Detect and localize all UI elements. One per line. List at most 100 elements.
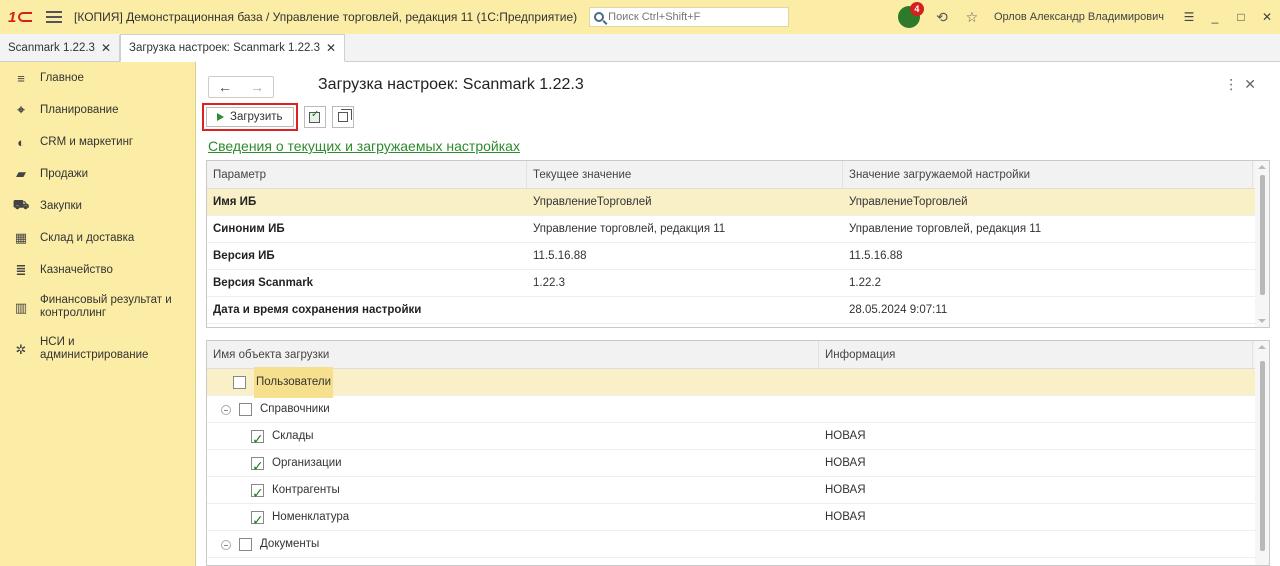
column-header[interactable]: Значение загружаемой настройки <box>843 161 1253 188</box>
object-label: Организации <box>272 457 342 469</box>
sidebar-item-label: Планирование <box>40 104 119 116</box>
load-button[interactable]: Загрузить <box>206 107 294 127</box>
object-cell: Организации <box>207 450 819 480</box>
object-label: Склады <box>272 430 314 442</box>
loaded-value-cell: 11.5.16.88 <box>849 250 903 262</box>
table-row[interactable]: Документы <box>207 531 1269 558</box>
collapse-icon[interactable] <box>221 404 231 415</box>
1c-logo-icon[interactable]: 1 <box>8 9 38 26</box>
search-input[interactable] <box>608 11 779 23</box>
info-cell: НОВАЯ <box>825 511 866 523</box>
column-header[interactable]: Информация <box>819 341 1253 368</box>
settings-info-link[interactable]: Сведения о текущих и загружаемых настрой… <box>208 138 520 154</box>
sidebar-item-label: Продажи <box>40 168 89 180</box>
table-row[interactable]: Справочники <box>207 396 1269 423</box>
scroll-up-icon[interactable] <box>1258 165 1266 169</box>
title-bar: 1 [КОПИЯ] Демонстрационная база / Управл… <box>0 0 1280 34</box>
sidebar-item-purchases[interactable]: ⛟ Закупки <box>0 190 195 222</box>
sidebar-item-admin[interactable]: ✲ НСИ и администрирование <box>0 328 195 370</box>
row-checkbox[interactable] <box>239 403 252 416</box>
tab-label: Scanmark 1.22.3 <box>8 42 95 54</box>
main-menu-icon[interactable] <box>46 11 62 23</box>
sections-sidebar: ≡ Главное ⌖ Планирование ◐ CRM и маркетинг … <box>0 62 196 566</box>
table-row[interactable]: Версия ИБ 11.5.16.88 11.5.16.88 <box>207 243 1269 270</box>
row-checkbox[interactable] <box>251 507 264 534</box>
table-row[interactable]: Дата и время сохранения настройки 28.05.… <box>207 297 1269 324</box>
scroll-thumb[interactable] <box>1260 361 1265 551</box>
info-cell <box>819 396 1253 422</box>
scroll-thumb[interactable] <box>1260 175 1265 295</box>
check-all-button[interactable] <box>303 106 326 128</box>
row-checkbox[interactable] <box>251 480 264 507</box>
notification-badge: 4 <box>909 2 924 16</box>
open-windows-tabs: Scanmark 1.22.3 ✕ Загрузка настроек: Sca… <box>0 34 1280 62</box>
object-cell: Документы <box>207 531 819 558</box>
sidebar-item-main[interactable]: ≡ Главное <box>0 62 195 94</box>
tab-load-settings[interactable]: Загрузка настроек: Scanmark 1.22.3 ✕ <box>120 34 346 62</box>
row-checkbox[interactable] <box>251 426 264 453</box>
global-search[interactable] <box>589 7 790 27</box>
menu-lines-icon: ≡ <box>17 70 25 86</box>
table-row[interactable]: Организации НОВАЯ <box>207 450 1269 480</box>
current-user[interactable]: Орлов Александр Владимирович <box>994 11 1164 23</box>
back-arrow-icon[interactable]: ← <box>218 79 232 95</box>
gear-icon: ✲ <box>15 341 27 357</box>
sidebar-item-finance[interactable]: ▥ Финансовый результат и контроллинг <box>0 286 195 328</box>
param-cell: Синоним ИБ <box>213 223 285 235</box>
table-row[interactable]: Контрагенты НОВАЯ <box>207 477 1269 507</box>
more-actions-icon[interactable]: ⋮ <box>1224 76 1244 92</box>
close-form-icon[interactable]: ✕ <box>1244 76 1262 92</box>
copy-button[interactable] <box>331 106 354 128</box>
table-scrollbar[interactable] <box>1255 341 1269 565</box>
column-header[interactable]: Текущее значение <box>527 161 843 188</box>
table-row[interactable]: Версия Scanmark 1.22.3 1.22.2 <box>207 270 1269 297</box>
current-value-cell: УправлениеТорговлей <box>533 196 652 208</box>
table-row[interactable]: Имя ИБ УправлениеТорговлей УправлениеТор… <box>207 189 1269 216</box>
table-row[interactable]: Номенклатура НОВАЯ <box>207 504 1269 534</box>
current-value-cell: 11.5.16.88 <box>533 250 587 262</box>
column-header[interactable]: Имя объекта загрузки <box>207 341 819 368</box>
sidebar-item-treasury[interactable]: ≣ Казначейство <box>0 254 195 286</box>
favorites-star-icon[interactable]: ☆ <box>964 9 980 25</box>
maximize-icon[interactable]: □ <box>1228 10 1254 24</box>
object-cell: Контрагенты <box>207 477 819 507</box>
scroll-up-icon[interactable] <box>1258 345 1266 349</box>
table-row[interactable]: Пользователи <box>207 367 1269 398</box>
info-cell <box>819 369 1253 395</box>
column-header[interactable]: Параметр <box>207 161 527 188</box>
sidebar-item-label: Финансовый результат и контроллинг <box>40 294 172 319</box>
history-icon[interactable]: ⟲ <box>934 9 950 25</box>
info-cell: НОВАЯ <box>825 457 866 469</box>
notifications-icon[interactable]: 4 <box>897 2 924 28</box>
close-tab-icon[interactable]: ✕ <box>326 41 336 55</box>
form-title: Загрузка настроек: Scanmark 1.22.3 <box>318 76 584 93</box>
forward-arrow-icon[interactable]: → <box>250 79 264 95</box>
sidebar-item-planning[interactable]: ⌖ Планирование <box>0 94 195 126</box>
collapse-icon[interactable] <box>221 539 231 550</box>
check-all-icon <box>309 109 321 123</box>
minimize-icon[interactable]: _ <box>1202 10 1228 24</box>
sidebar-item-warehouse[interactable]: ▦ Склад и доставка <box>0 222 195 254</box>
table-scrollbar[interactable] <box>1255 161 1269 327</box>
param-cell: Имя ИБ <box>213 196 257 208</box>
table-row[interactable]: Склады НОВАЯ <box>207 423 1269 453</box>
settings-menu-icon[interactable]: ☰ <box>1176 10 1202 24</box>
form-area: ← → Загрузка настроек: Scanmark 1.22.3 ⋮… <box>196 62 1280 566</box>
crm-icon: ◐ <box>17 134 25 150</box>
history-navigation: ← → <box>208 76 274 98</box>
info-cell <box>819 531 1253 557</box>
row-checkbox[interactable] <box>233 376 246 389</box>
close-window-icon[interactable]: ✕ <box>1254 10 1280 24</box>
sidebar-item-sales[interactable]: ▰ Продажи <box>0 158 195 190</box>
scroll-down-icon[interactable] <box>1258 319 1266 323</box>
tab-scanmark[interactable]: Scanmark 1.22.3 ✕ <box>0 35 120 61</box>
info-cell: НОВАЯ <box>825 484 866 496</box>
treasury-icon: ≣ <box>15 262 27 277</box>
table-row[interactable]: Синоним ИБ Управление торговлей, редакци… <box>207 216 1269 243</box>
row-checkbox[interactable] <box>251 453 264 480</box>
row-checkbox[interactable] <box>239 538 252 551</box>
form-actions: ⋮✕ <box>1224 76 1262 93</box>
sidebar-item-crm[interactable]: ◐ CRM и маркетинг <box>0 126 195 158</box>
play-icon <box>217 113 224 121</box>
close-tab-icon[interactable]: ✕ <box>101 41 111 55</box>
